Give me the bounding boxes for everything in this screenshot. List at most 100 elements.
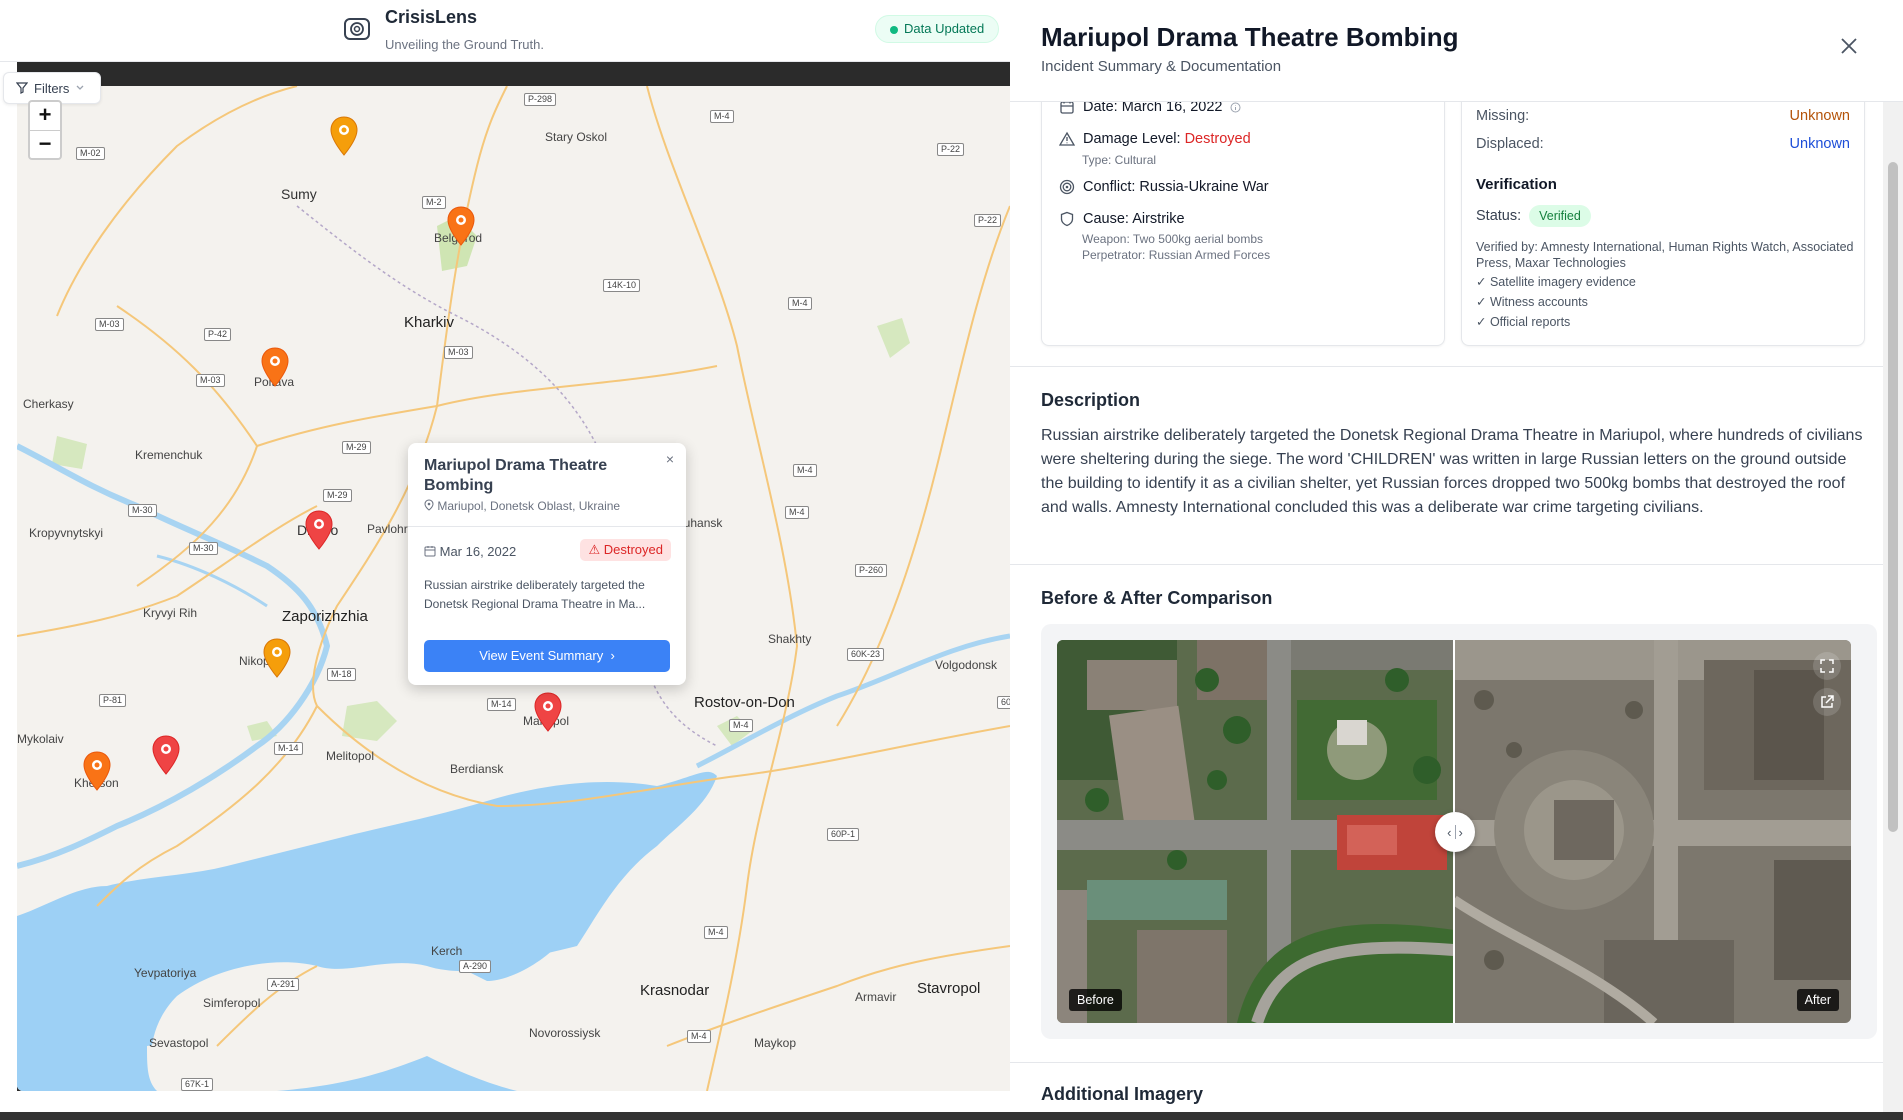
before-after-slider[interactable]: ‹ › Before After — [1057, 640, 1851, 1023]
road-shield: 67K-1 — [181, 1078, 214, 1091]
conflict-row: Conflict: Russia-Ukraine War — [1059, 179, 1269, 195]
road-shield: 14K-10 — [603, 279, 641, 292]
popup-close-button[interactable]: × — [666, 451, 674, 467]
comparison-title: Before & After Comparison — [1041, 588, 1273, 608]
open-external-button[interactable] — [1813, 688, 1841, 716]
road-shield: P-22 — [974, 214, 1002, 227]
map-label: Mykolaiv — [17, 732, 64, 746]
road-shield: M-4 — [785, 506, 809, 519]
road-shield: M-4 — [704, 926, 728, 939]
app-name: CrisisLens — [385, 7, 478, 27]
section-divider — [1010, 366, 1883, 367]
filter-icon — [16, 82, 28, 94]
zoom-in-button[interactable]: + — [30, 102, 60, 130]
chevron-down-icon — [76, 85, 84, 90]
before-label: Before — [1069, 989, 1122, 1011]
verified-badge: Verified — [1529, 205, 1591, 227]
app-tagline: Unveiling the Ground Truth. — [385, 37, 544, 52]
incident-marker-selected[interactable] — [534, 692, 562, 732]
road-shield: P-42 — [204, 328, 232, 341]
damage-value: Destroyed — [1184, 131, 1251, 147]
panel-scrollbar[interactable] — [1883, 102, 1903, 1120]
incident-panel: Date: March 16, 2022 Damage Level: Destr… — [1010, 0, 1903, 1120]
map-label: Shakhty — [768, 632, 812, 646]
map-label: Zaporizhzhia — [282, 608, 368, 625]
conflict-label: Conflict: — [1083, 179, 1136, 195]
damage-row: Damage Level: Destroyed — [1059, 131, 1251, 147]
map-label: Krasnodar — [640, 982, 710, 999]
lens-logo-icon — [344, 18, 370, 40]
perpetrator-text: Perpetrator: Russian Armed Forces — [1082, 248, 1271, 262]
road-shield: M-4 — [793, 464, 817, 477]
displaced-label: Displaced: — [1476, 136, 1544, 152]
weapon-text: Weapon: Two 500kg aerial bombs — [1082, 232, 1264, 246]
road-shield: P-22 — [937, 143, 965, 156]
popup-date: Mar 16, 2022 — [424, 544, 516, 559]
map-label: Kropyvnytskyi — [29, 526, 104, 540]
road-shield: P-260 — [855, 564, 888, 577]
view-event-summary-button[interactable]: View Event Summary › — [424, 640, 670, 672]
fullscreen-button[interactable] — [1813, 652, 1841, 680]
road-shield: M-4 — [788, 297, 812, 310]
map-label: Cherkasy — [23, 397, 74, 411]
evidence-item: ✓ Witness accounts — [1476, 295, 1588, 309]
additional-imagery-title: Additional Imagery — [1041, 1084, 1204, 1104]
view-event-summary-label: View Event Summary — [479, 648, 604, 663]
road-shield: A-290 — [459, 960, 492, 973]
map-label: Armavir — [855, 990, 897, 1004]
after-image — [1454, 640, 1851, 1023]
incident-marker-orange[interactable] — [261, 347, 289, 387]
after-label: After — [1796, 989, 1839, 1011]
incident-marker-orange[interactable] — [263, 638, 291, 678]
displaced-row: Displaced: Unknown — [1476, 136, 1850, 152]
road-shield: P-298 — [524, 93, 557, 106]
zoom-out-button[interactable]: − — [30, 130, 60, 158]
damage-type: Type: Cultural — [1082, 153, 1157, 167]
casualties-verification-card: Missing: Unknown Displaced: Unknown Veri… — [1461, 80, 1865, 346]
road-shield: M-30 — [128, 504, 157, 517]
incident-marker-orange[interactable] — [83, 751, 111, 791]
map-pin-icon — [424, 499, 434, 511]
incident-marker-red[interactable] — [152, 735, 180, 775]
incident-marker-red[interactable] — [305, 510, 333, 550]
cause-label: Cause: — [1083, 211, 1129, 227]
map-label: Sumy — [281, 186, 317, 202]
calendar-icon — [424, 546, 436, 557]
road-shield: M-02 — [76, 147, 105, 160]
popup-location-text: Mariupol, Donetsk Oblast, Ukraine — [437, 499, 621, 513]
map-label: Kharkiv — [404, 314, 455, 331]
scrollbar-thumb[interactable] — [1888, 162, 1898, 832]
map-label: Berdiansk — [450, 762, 504, 776]
popup-description: Russian airstrike deliberately targeted … — [424, 578, 646, 611]
cause-value: Airstrike — [1132, 211, 1185, 227]
bottom-bar — [0, 1112, 1903, 1120]
section-divider — [1010, 564, 1883, 565]
close-icon[interactable] — [1839, 36, 1859, 56]
incident-marker-orange[interactable] — [330, 116, 358, 156]
incident-popup: Mariupol Drama Theatre Bombing × Mariupo… — [408, 443, 686, 685]
slider-handle[interactable]: ‹ › — [1435, 812, 1475, 852]
damage-label: Damage Level: — [1083, 131, 1181, 147]
map-label: Stary Oskol — [545, 130, 608, 144]
incident-marker-orange[interactable] — [447, 206, 475, 246]
external-link-icon — [1821, 695, 1834, 708]
map-label: Pavlohr — [367, 522, 408, 536]
map-left-edge — [0, 62, 17, 1102]
expand-icon — [1820, 659, 1834, 673]
road-shield: M-18 — [327, 668, 356, 681]
cause-row: Cause: Airstrike — [1059, 211, 1185, 227]
map-label: Melitopol — [326, 749, 375, 763]
map-label: Simferopol — [203, 996, 261, 1010]
warning-triangle-icon — [1059, 131, 1075, 146]
road-shield: M-29 — [323, 489, 352, 502]
popup-date-text: Mar 16, 2022 — [439, 544, 517, 559]
road-shield: M-4 — [729, 719, 753, 732]
missing-value: Unknown — [1789, 108, 1850, 124]
shield-icon — [1060, 211, 1074, 227]
popup-title: Mariupol Drama Theatre Bombing — [424, 457, 608, 494]
info-icon[interactable] — [1230, 102, 1241, 113]
chevron-right-icon: › — [606, 648, 615, 663]
map-label: Volgodonsk — [935, 658, 998, 672]
road-shield: M-2 — [422, 196, 446, 209]
chevron-left-icon: ‹ — [1447, 824, 1452, 840]
